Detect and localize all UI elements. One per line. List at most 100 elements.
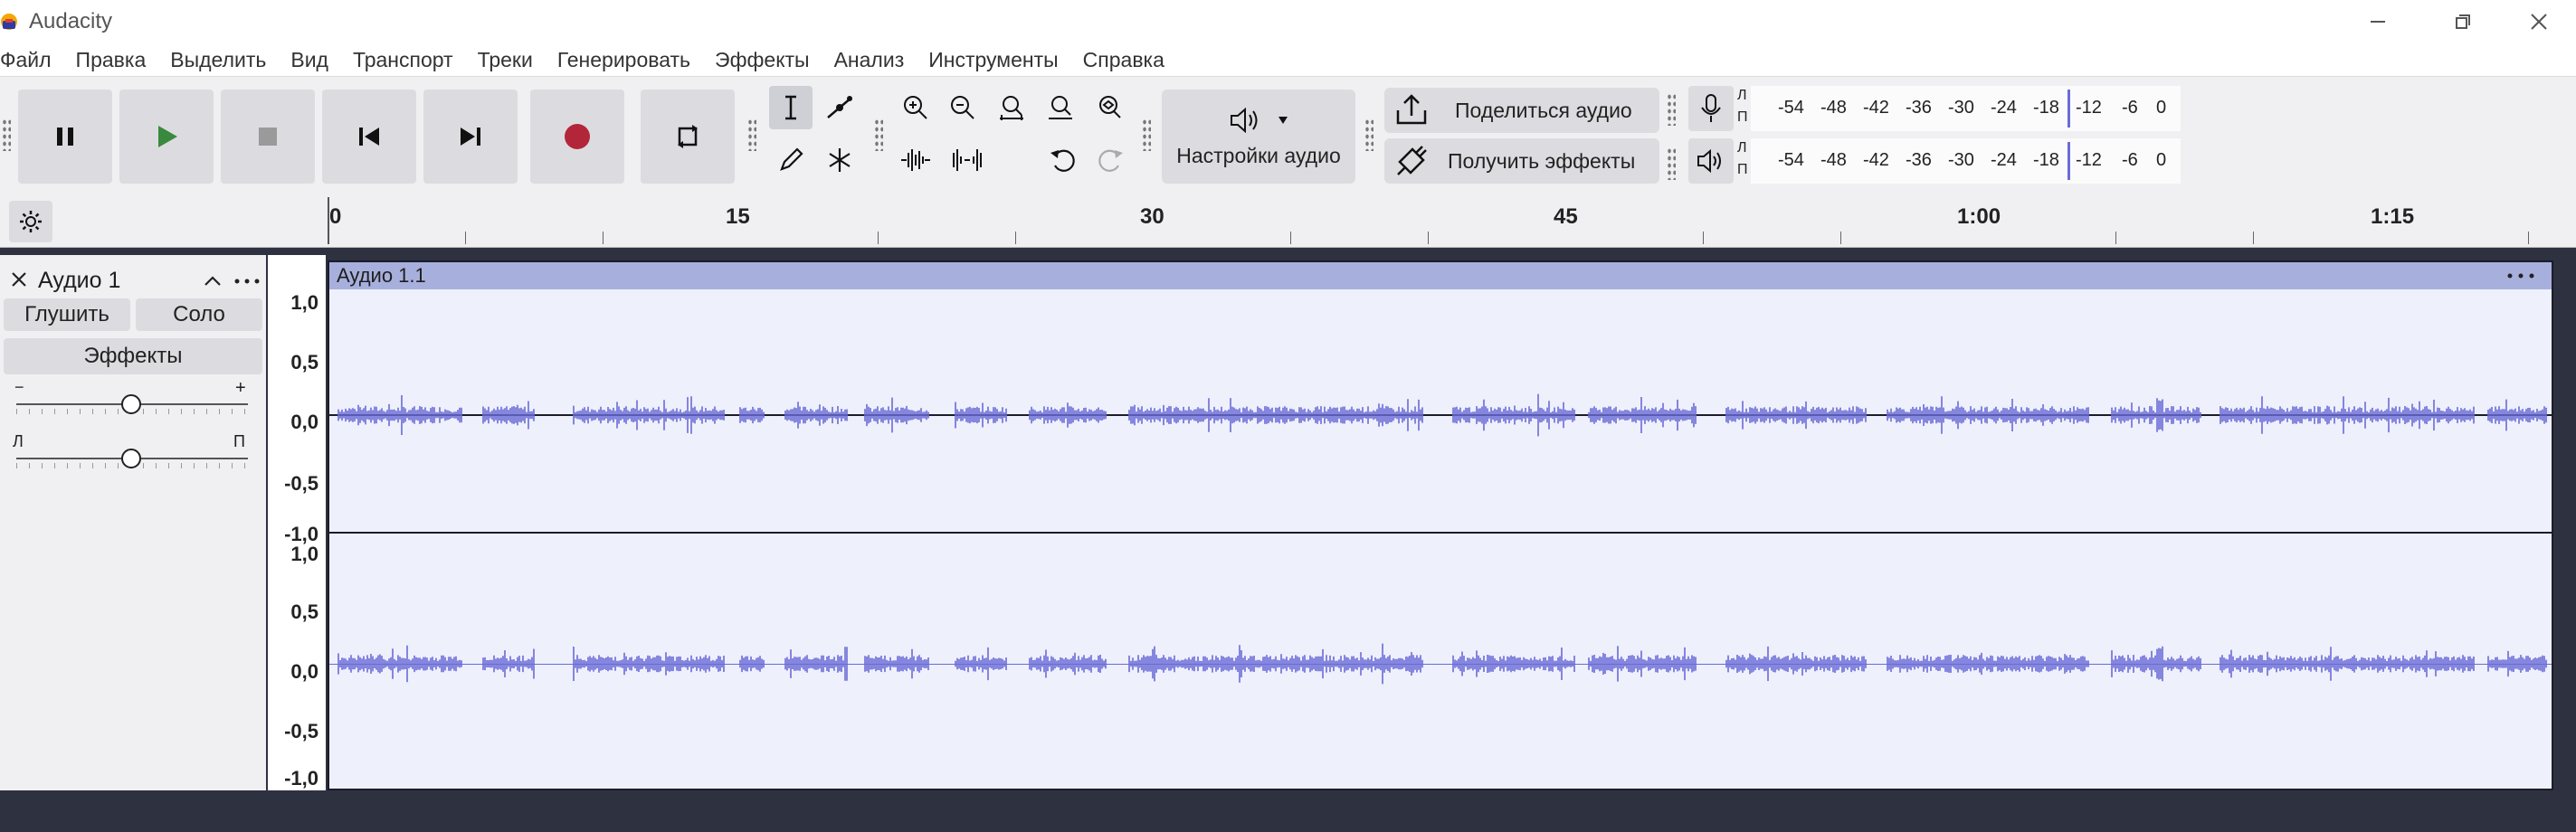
gain-slider-thumb[interactable] <box>121 394 141 414</box>
dropdown-arrow-icon <box>1278 116 1288 124</box>
record-button[interactable] <box>530 90 624 184</box>
meter-tick: -36 <box>1906 98 1932 118</box>
mute-button[interactable]: Глушить <box>4 298 130 331</box>
meter-tick: -12 <box>2076 98 2102 118</box>
toolbar-grip[interactable] <box>1667 93 1676 126</box>
record-meter-button[interactable] <box>1688 86 1734 131</box>
menu-file[interactable]: Файл <box>0 48 65 72</box>
gain-plus-label: + <box>235 378 246 398</box>
window-title: Audacity <box>29 9 113 33</box>
toolbar-grip[interactable] <box>747 118 756 151</box>
playback-meter-button[interactable] <box>1688 138 1734 184</box>
zoom-toggle-icon <box>1099 96 1121 118</box>
draw-tool-button[interactable] <box>769 138 813 182</box>
close-window-button[interactable] <box>2503 0 2575 43</box>
play-button[interactable] <box>119 90 214 184</box>
ruler-label: 45 <box>1554 204 1578 229</box>
menu-help[interactable]: Справка <box>1083 48 1178 72</box>
get-effects-button[interactable]: Получить эффекты <box>1384 138 1659 184</box>
menu-edit[interactable]: Правка <box>76 48 160 72</box>
playback-meter[interactable]: -54 -48 -42 -36 -30 -24 -18 -12 -6 0 <box>1751 138 2181 184</box>
meter-tick: -12 <box>2076 150 2102 170</box>
scale-label: 0,5 <box>290 351 318 373</box>
scale-label: -1,0 <box>284 767 318 789</box>
pan-slider-thumb[interactable] <box>121 449 141 468</box>
toolbar-grip[interactable] <box>874 118 883 151</box>
pause-icon <box>57 128 73 146</box>
menu-effects[interactable]: Эффекты <box>715 48 823 72</box>
meter-threshold-marker <box>2067 142 2070 180</box>
scale-label: 0,0 <box>290 411 318 433</box>
undo-button[interactable] <box>1041 138 1084 182</box>
meter-right-label: П <box>1737 162 1748 177</box>
toolbar-grip[interactable] <box>1142 118 1151 151</box>
restore-button[interactable] <box>2427 0 2499 43</box>
audio-clip[interactable]: Аудио 1.1 <box>328 260 2553 790</box>
audio-setup-button[interactable]: Настройки аудио <box>1162 90 1355 184</box>
fit-selection-button[interactable] <box>990 86 1033 129</box>
more-options-icon[interactable] <box>233 277 261 286</box>
meter-left-label: Л <box>1737 88 1747 103</box>
pan-left-label: Л <box>13 432 24 450</box>
amplitude-scale[interactable]: 1,0 0,5 0,0 -0,5 -1,0 1,0 0,5 0,0 -0,5 -… <box>268 255 326 790</box>
menu-select[interactable]: Выделить <box>170 48 280 72</box>
skip-start-icon <box>359 128 379 146</box>
toolbar-grip[interactable] <box>1667 147 1676 180</box>
meter-tick: -48 <box>1820 98 1847 118</box>
asterisk-icon <box>829 148 851 172</box>
meter-tick: -54 <box>1778 98 1804 118</box>
menu-analyze[interactable]: Анализ <box>834 48 918 72</box>
menu-tools[interactable]: Инструменты <box>928 48 1071 72</box>
meter-tick: -18 <box>2033 150 2059 170</box>
selection-tool-button[interactable] <box>769 86 813 129</box>
menu-generate[interactable]: Генерировать <box>557 48 704 72</box>
redo-button[interactable] <box>1089 138 1133 182</box>
record-meter[interactable]: -54 -48 -42 -36 -30 -24 -18 -12 -6 0 <box>1751 86 2181 131</box>
skip-to-end-button[interactable] <box>423 90 518 184</box>
undo-icon <box>1050 149 1075 172</box>
multi-tool-button[interactable] <box>818 138 861 182</box>
menu-view[interactable]: Вид <box>290 48 342 72</box>
scale-label: -0,5 <box>284 720 318 742</box>
gain-minus-label: − <box>14 378 24 396</box>
empty-track-area[interactable] <box>0 790 2576 832</box>
meter-tick: -36 <box>1906 150 1932 170</box>
envelope-tool-button[interactable] <box>818 86 861 129</box>
track-effects-button[interactable]: Эффекты <box>4 338 262 374</box>
share-audio-button[interactable]: Поделиться аудио <box>1384 88 1659 133</box>
zoom-fit-icon <box>1049 96 1072 119</box>
stop-button[interactable] <box>221 90 315 184</box>
close-track-icon[interactable] <box>9 269 29 289</box>
waveform-right-channel <box>337 643 2547 685</box>
zoom-out-button[interactable] <box>941 86 984 129</box>
loop-button[interactable] <box>641 90 735 184</box>
menu-tracks[interactable]: Треки <box>478 48 547 72</box>
stop-icon <box>259 128 277 146</box>
speaker-icon <box>1697 148 1721 174</box>
ruler-label: 0 <box>329 204 342 229</box>
timeline-ruler[interactable]: 0 15 30 45 1:00 1:15 <box>0 195 2576 248</box>
solo-button[interactable]: Соло <box>136 298 262 331</box>
loop-icon <box>678 125 698 148</box>
plug-icon <box>1397 146 1427 175</box>
fit-project-button[interactable] <box>1039 86 1082 129</box>
collapse-track-icon[interactable] <box>203 273 223 288</box>
pause-button[interactable] <box>18 90 112 184</box>
trim-audio-button[interactable] <box>894 138 937 182</box>
timeline-settings-button[interactable] <box>9 201 52 242</box>
ruler-label: 1:15 <box>2371 204 2415 229</box>
menu-bar: Файл Правка Выделить Вид Транспорт Треки… <box>0 43 2576 76</box>
zoom-in-button[interactable] <box>894 86 937 129</box>
track-name[interactable]: Аудио 1 <box>38 268 120 294</box>
restore-icon <box>2456 14 2470 29</box>
audio-setup-label: Настройки аудио <box>1176 143 1341 167</box>
meter-tick: -54 <box>1778 150 1804 170</box>
toolbar-grip[interactable] <box>1364 118 1374 151</box>
menu-transport[interactable]: Транспорт <box>353 48 467 72</box>
silence-audio-button[interactable] <box>945 138 988 182</box>
toolbar-grip[interactable] <box>2 118 11 151</box>
minimize-button[interactable] <box>2342 0 2414 43</box>
zoom-toggle-button[interactable] <box>1088 86 1131 129</box>
skip-to-start-button[interactable] <box>322 90 416 184</box>
speaker-icon <box>1231 107 1258 133</box>
